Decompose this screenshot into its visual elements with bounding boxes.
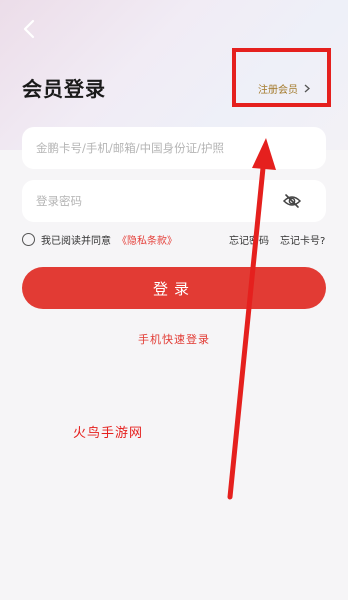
agreement-row: 我已阅读并同意 《隐私条款》 xyxy=(22,231,177,247)
forgot-password-link[interactable]: 忘记密码 xyxy=(229,232,269,247)
agree-radio[interactable] xyxy=(22,232,35,246)
password-input[interactable]: 登录密码 xyxy=(22,180,326,222)
eye-off-icon[interactable] xyxy=(282,191,302,211)
privacy-policy-link[interactable]: 《隐私条款》 xyxy=(117,232,177,247)
chevron-left-icon xyxy=(23,19,35,39)
page-title: 会员登录 xyxy=(22,77,106,101)
register-member-link[interactable]: 注册会员 xyxy=(258,78,322,98)
watermark-text: 火鸟手游网 xyxy=(73,426,144,441)
agreement-text: 我已阅读并同意 xyxy=(41,235,111,247)
back-button[interactable] xyxy=(18,16,40,42)
register-label: 注册会员 xyxy=(258,84,298,96)
account-input[interactable]: 金鹏卡号/手机/邮箱/中国身份证/护照 xyxy=(22,127,326,169)
phone-quick-login-link[interactable]: 手机快速登录 xyxy=(0,331,348,347)
password-placeholder: 登录密码 xyxy=(36,194,82,208)
chevron-right-icon xyxy=(304,84,310,92)
account-placeholder: 金鹏卡号/手机/邮箱/中国身份证/护照 xyxy=(36,141,224,155)
login-button[interactable]: 登录 xyxy=(22,267,326,309)
forgot-card-number-link[interactable]: 忘记卡号? xyxy=(280,232,325,247)
